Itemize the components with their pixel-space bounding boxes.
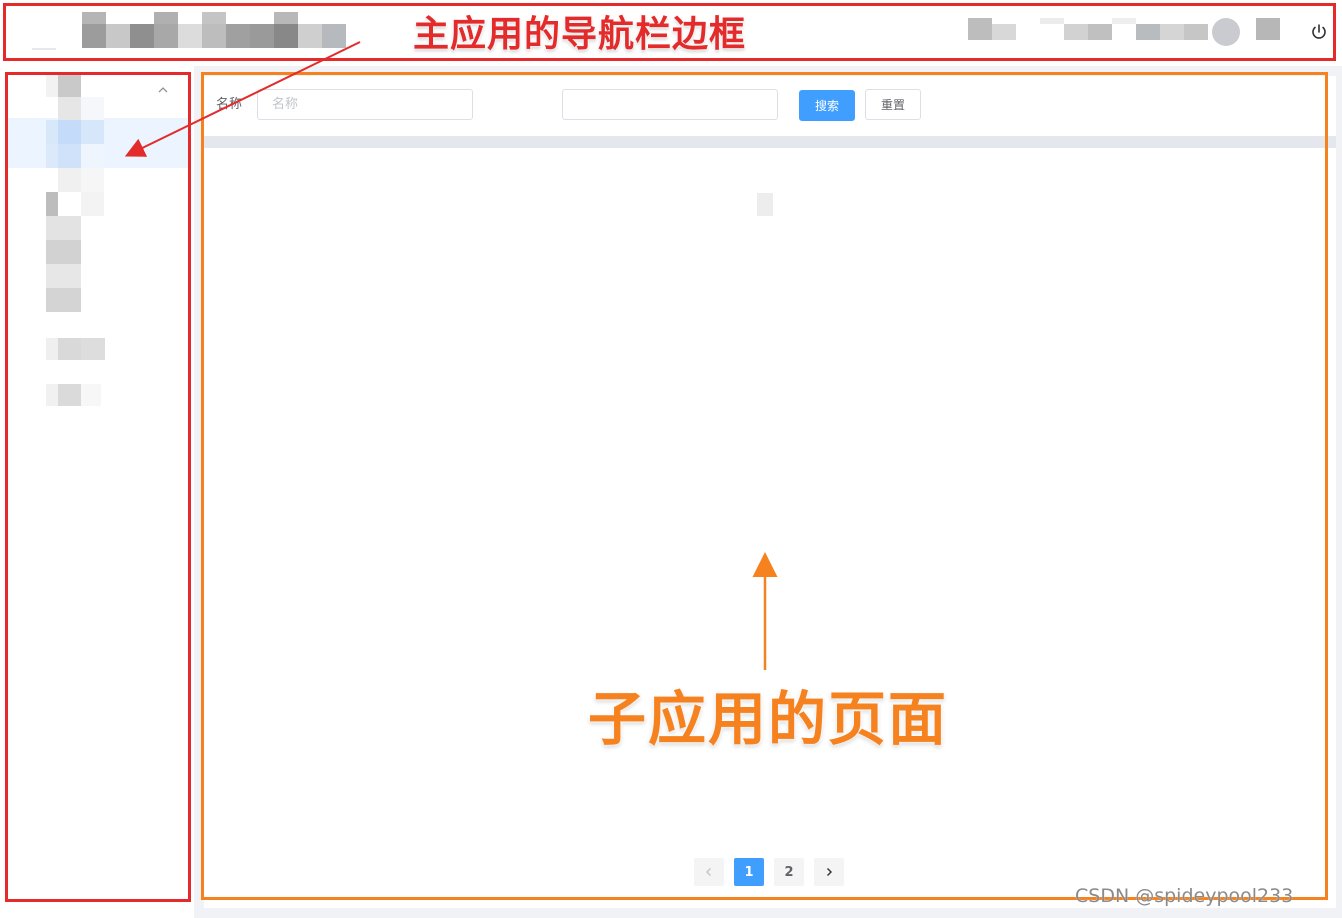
watermark: CSDN @spideypool233 (1075, 885, 1294, 907)
nav-frame-annotation: 主应用的导航栏边框 (413, 14, 747, 55)
sub-app-frame (201, 72, 1328, 900)
sub-app-annotation: 子应用的页面 (588, 685, 949, 753)
sidebar-frame (5, 72, 191, 902)
